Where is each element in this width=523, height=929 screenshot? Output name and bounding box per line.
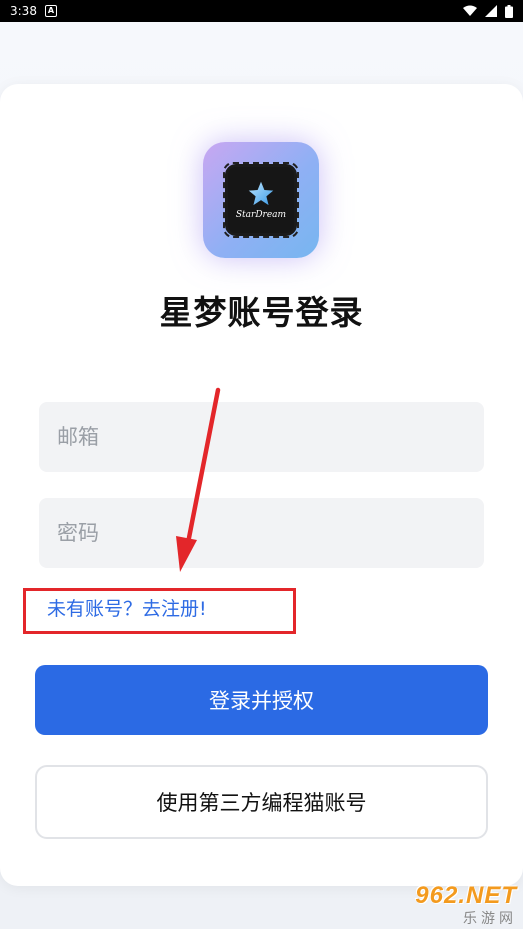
watermark-bottom: 乐游网 (463, 911, 517, 927)
login-card: StarDream 星梦账号登录 未有账号？去注册! 登录并授权 使用第三方编程… (0, 84, 523, 886)
battery-icon (505, 4, 513, 18)
signal-icon (485, 5, 497, 17)
status-bar: 3:38 A (0, 0, 523, 22)
status-left: 3:38 A (10, 4, 57, 18)
wifi-icon (463, 5, 477, 16)
status-right (463, 4, 513, 18)
status-time: 3:38 (10, 4, 37, 18)
chip-logo: StarDream (223, 162, 299, 238)
watermark-logo: 962.NET 乐游网 (385, 882, 517, 927)
email-input[interactable] (39, 402, 484, 472)
app-logo: StarDream (203, 142, 319, 258)
notification-icon: A (44, 5, 57, 17)
page-title: 星梦账号登录 (159, 293, 364, 332)
watermark-top: 962.NET (415, 882, 517, 909)
third-party-login-button[interactable]: 使用第三方编程猫账号 (35, 765, 488, 839)
register-link[interactable]: 未有账号？去注册! (47, 594, 207, 621)
chip-pins (223, 162, 299, 238)
login-authorize-button[interactable]: 登录并授权 (35, 665, 488, 735)
password-input[interactable] (39, 498, 484, 568)
